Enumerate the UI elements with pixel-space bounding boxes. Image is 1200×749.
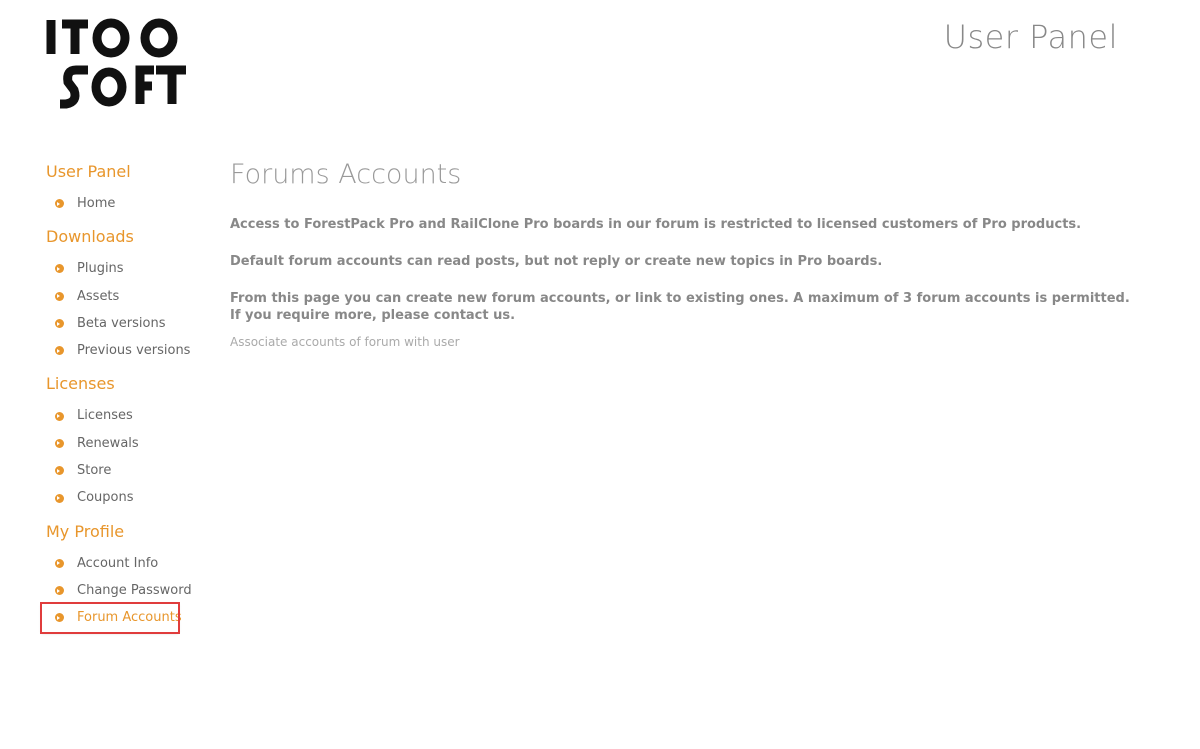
chevron-right-circle-icon bbox=[55, 319, 64, 329]
associate-accounts-text: Associate accounts of forum with user bbox=[230, 335, 460, 349]
logo-graphic bbox=[46, 18, 186, 109]
chevron-right-circle-icon bbox=[55, 613, 64, 623]
sidebar-item-forum-accounts[interactable]: Forum Accounts bbox=[40, 602, 182, 634]
sidebar-section-list: Home bbox=[46, 184, 206, 225]
sidebar-item-plugins[interactable]: Plugins bbox=[46, 255, 206, 282]
sidebar-item-home[interactable]: Home bbox=[46, 190, 206, 217]
sidebar-item-account-info[interactable]: Account Info bbox=[46, 550, 206, 577]
default-accounts-notice: Default forum accounts can read posts, b… bbox=[230, 254, 883, 269]
sidebar-section-list: Licenses Renewals Store Coupons bbox=[46, 396, 206, 519]
chevron-right-circle-icon bbox=[55, 411, 64, 421]
sidebar-item-label: Forum Accounts bbox=[77, 610, 182, 626]
chevron-right-circle-icon bbox=[55, 438, 64, 448]
create-accounts-notice: From this page you can create new forum … bbox=[230, 291, 1130, 323]
sidebar-item-coupons[interactable]: Coupons bbox=[46, 484, 206, 511]
sidebar-item-label: Licenses bbox=[77, 408, 133, 424]
sidebar-section-title: User Panel bbox=[46, 162, 131, 181]
sidebar-section-title: Downloads bbox=[46, 227, 134, 247]
sidebar-item-label: Store bbox=[77, 463, 112, 479]
chevron-right-circle-icon bbox=[55, 199, 64, 209]
sidebar-item-previous-versions[interactable]: Previous versions bbox=[46, 337, 206, 364]
header-title: User Panel bbox=[943, 18, 1118, 56]
chevron-right-circle-icon bbox=[55, 586, 64, 596]
page-title: Forums Accounts bbox=[230, 159, 462, 190]
chevron-right-circle-icon bbox=[55, 558, 64, 568]
sidebar-item-label: Renewals bbox=[77, 435, 139, 451]
sidebar-item-label: Previous versions bbox=[77, 343, 191, 359]
sidebar-item-renewals[interactable]: Renewals bbox=[46, 430, 206, 457]
chevron-right-circle-icon bbox=[55, 264, 64, 274]
chevron-right-circle-icon bbox=[55, 466, 64, 476]
sidebar-item-label: Account Info bbox=[77, 555, 159, 571]
sidebar-item-label: Change Password bbox=[77, 582, 192, 598]
itoosoft-logo[interactable] bbox=[46, 14, 192, 110]
chevron-right-circle-icon bbox=[55, 291, 64, 301]
sidebar-item-label: Assets bbox=[77, 288, 120, 304]
sidebar-item-change-password[interactable]: Change Password bbox=[46, 577, 206, 604]
main-content: Forums Accounts Access to ForestPack Pro… bbox=[230, 156, 1130, 350]
sidebar-item-assets[interactable]: Assets bbox=[46, 283, 206, 310]
sidebar-item-licenses[interactable]: Licenses bbox=[46, 402, 206, 429]
chevron-right-circle-icon bbox=[55, 346, 64, 356]
restriction-notice: Access to ForestPack Pro and RailClone P… bbox=[230, 217, 1082, 232]
sidebar-item-label: Beta versions bbox=[77, 315, 166, 331]
sidebar-item-label: Coupons bbox=[77, 490, 134, 506]
sidebar-section-title: Licenses bbox=[46, 374, 115, 394]
sidebar-item-store[interactable]: Store bbox=[46, 457, 206, 484]
sidebar-section-title: My Profile bbox=[46, 521, 125, 541]
sidebar-nav: User Panel Home Downloads Plugins Assets Beta… bbox=[40, 160, 206, 640]
sidebar-item-label: Plugins bbox=[77, 261, 124, 277]
chevron-right-circle-icon bbox=[55, 493, 64, 503]
sidebar-section-list: Account Info Change Password Forum Account… bbox=[40, 544, 206, 640]
sidebar-item-beta-versions[interactable]: Beta versions bbox=[46, 310, 206, 337]
sidebar-item-label: Home bbox=[77, 196, 116, 211]
sidebar-section-list: Plugins Assets Beta versions Previous versi… bbox=[46, 249, 206, 372]
